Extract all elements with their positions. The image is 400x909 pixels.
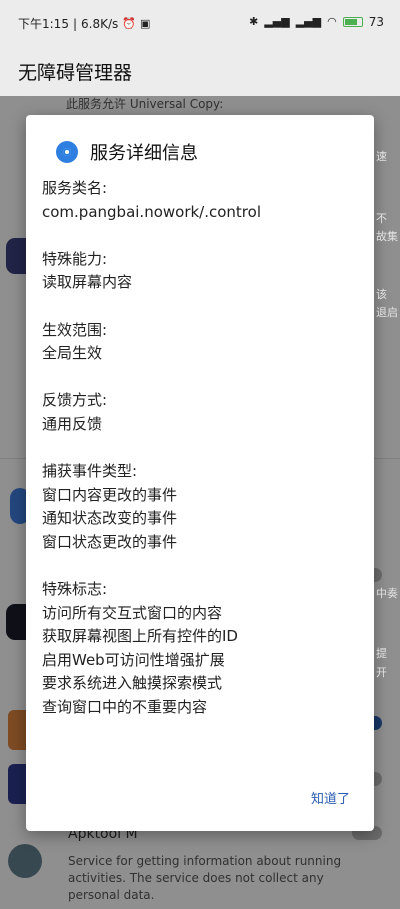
alarm-icon: ⏰	[122, 16, 136, 30]
dialog-body: 服务类名: com.pangbai.nowork/.control 特殊能力: …	[42, 177, 362, 720]
section-value: 通用反馈	[42, 414, 103, 433]
bg-fragment: 该	[376, 288, 387, 301]
status-right: ✱ ▂▄▆ ▂▄▆ ◠ 73	[249, 15, 384, 29]
section-event-types: 捕获事件类型: 窗口内容更改的事件 通知状态改变的事件 窗口状态更改的事件	[42, 460, 362, 554]
signal-icon-1: ▂▄▆	[264, 15, 290, 28]
section-value: 窗口状态更改的事件	[42, 532, 178, 551]
app-header: 无障碍管理器	[0, 46, 400, 96]
battery-icon	[342, 17, 363, 27]
info-icon	[56, 141, 78, 163]
wifi-icon: ◠	[327, 15, 337, 28]
section-value: com.pangbai.nowork/.control	[42, 202, 261, 221]
section-value: 访问所有交互式窗口的内容	[42, 603, 223, 622]
bg-fragment: 中奏	[376, 587, 398, 600]
status-net-speed: 6.8K/s	[81, 16, 119, 31]
section-value: 启用Web可访问性增强扩展	[42, 650, 225, 669]
section-heading: 服务类名:	[42, 179, 108, 197]
bg-fragment: 速	[376, 150, 387, 163]
section-heading: 生效范围:	[42, 320, 108, 339]
app-title: 无障碍管理器	[18, 62, 133, 84]
section-capability: 特殊能力: 读取屏幕内容	[42, 248, 362, 295]
section-flags: 特殊标志: 访问所有交互式窗口的内容 获取屏幕视图上所有控件的ID 启用Web可…	[42, 578, 362, 720]
section-heading: 反馈方式:	[42, 391, 108, 410]
section-value: 获取屏幕视图上所有控件的ID	[42, 627, 238, 646]
bg-fragment: 故集	[376, 230, 398, 243]
bg-fragment: 不	[376, 212, 387, 225]
status-time: 下午1:15	[18, 17, 69, 31]
section-value: 全局生效	[42, 344, 103, 363]
section-scope: 生效范围: 全局生效	[42, 319, 362, 366]
section-value: 查询窗口中的不重要内容	[42, 698, 208, 717]
section-heading: 特殊标志:	[42, 580, 108, 599]
dialog-title: 服务详细信息	[90, 143, 198, 164]
section-value: 通知状态改变的事件	[42, 509, 178, 528]
section-feedback: 反馈方式: 通用反馈	[42, 389, 362, 436]
signal-icon-2: ▂▄▆	[295, 15, 322, 28]
bluetooth-icon: ✱	[249, 15, 259, 28]
section-value: 窗口内容更改的事件	[42, 485, 178, 504]
notification-icon: ▣	[139, 16, 151, 30]
service-details-dialog: 服务详细信息 服务类名: com.pangbai.nowork/.control…	[26, 115, 374, 831]
got-it-button[interactable]: 知道了	[311, 788, 350, 807]
bg-fragment: 开	[376, 666, 387, 679]
section-heading: 特殊能力:	[42, 249, 108, 268]
status-divider: |	[72, 16, 77, 31]
bg-fragment: 提	[376, 647, 387, 660]
section-class-name: 服务类名: com.pangbai.nowork/.control	[42, 177, 362, 224]
bg-fragment: 退启	[376, 306, 398, 319]
section-value: 读取屏幕内容	[42, 273, 133, 292]
status-bar: 下午1:15 | 6.8K/s ⏰ ▣ ✱ ▂▄▆ ▂▄▆ ◠ 73	[0, 0, 400, 46]
dialog-header: 服务详细信息	[56, 139, 198, 165]
battery-percent: 73	[368, 15, 384, 29]
section-heading: 捕获事件类型:	[42, 462, 138, 481]
status-left: 下午1:15 | 6.8K/s ⏰ ▣	[18, 15, 150, 32]
section-value: 要求系统进入触摸探索模式	[42, 674, 223, 693]
